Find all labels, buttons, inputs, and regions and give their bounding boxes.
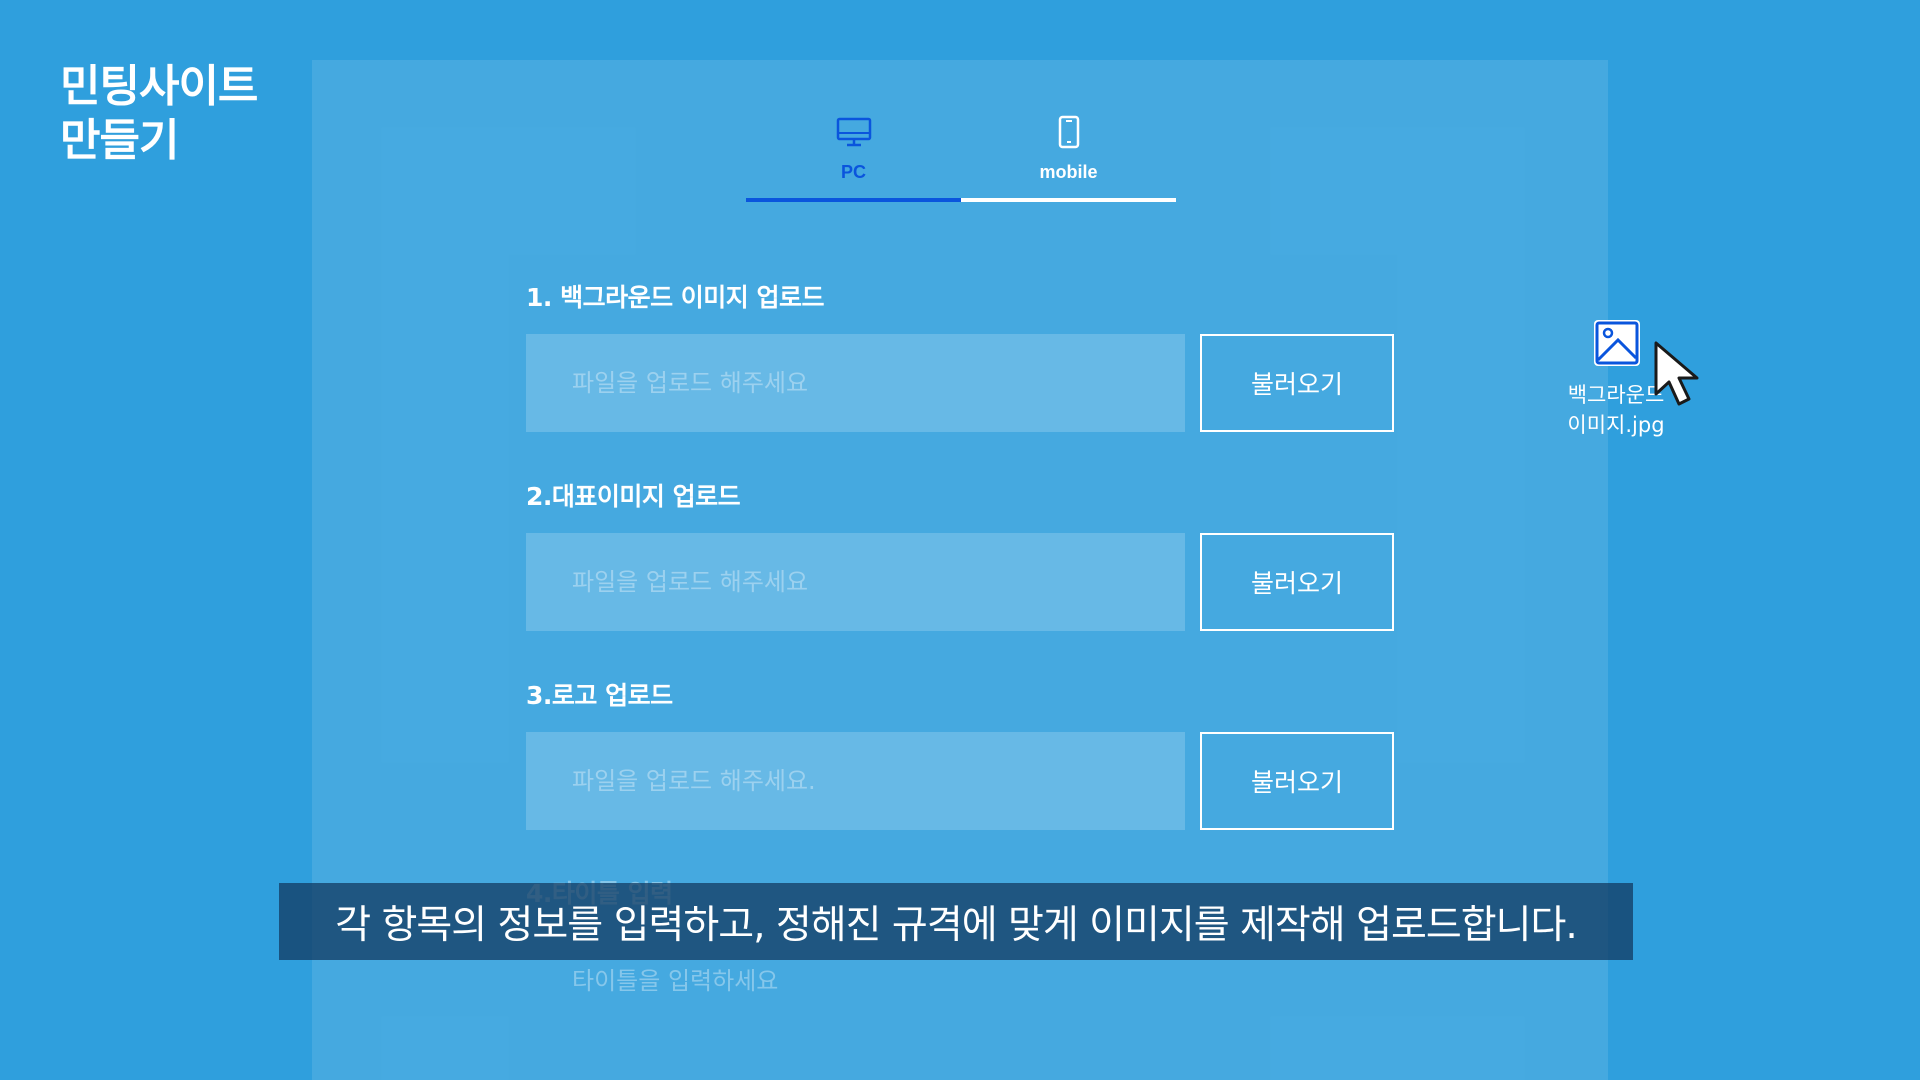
logo-load-button[interactable]: 불러오기: [1200, 732, 1394, 830]
tab-mobile[interactable]: mobile: [961, 106, 1176, 202]
tab-pc-underline: [746, 198, 961, 202]
logo-file-input[interactable]: [526, 732, 1185, 830]
device-tabs: PC mobile: [746, 106, 1176, 202]
smartphone-icon: [1058, 112, 1080, 152]
background-image-file-input[interactable]: [526, 334, 1185, 432]
image-file-icon: [1592, 318, 1642, 372]
brand-title: 민팅사이트 만들기: [60, 60, 258, 168]
main-image-file-input[interactable]: [526, 533, 1185, 631]
brand-title-line1: 민팅사이트: [60, 61, 258, 112]
main-image-load-button[interactable]: 불러오기: [1200, 533, 1394, 631]
mouse-pointer-icon: [1652, 340, 1710, 414]
tab-pc-label: PC: [840, 162, 866, 182]
subtitle-bar: 각 항목의 정보를 입력하고, 정해진 규격에 맞게 이미지를 제작해 업로드합…: [279, 883, 1633, 960]
background-image-label: 1. 백그라운드 이미지 업로드: [526, 283, 825, 312]
dragged-file-name-line2: 이미지.jpg: [1567, 413, 1665, 437]
subtitle-text: 각 항목의 정보를 입력하고, 정해진 규격에 맞게 이미지를 제작해 업로드합…: [335, 902, 1578, 948]
tab-mobile-label: mobile: [1039, 162, 1098, 182]
main-image-label: 2.대표이미지 업로드: [526, 482, 741, 511]
screen: 민팅사이트 만들기 PC mobile 1. 백그라운드 이미지 업로드 파일을…: [0, 0, 1920, 1080]
monitor-icon: [836, 112, 872, 152]
tab-mobile-underline: [961, 198, 1176, 202]
brand-title-line2: 만들기: [60, 115, 179, 166]
background-image-load-button[interactable]: 불러오기: [1200, 334, 1394, 432]
tab-pc[interactable]: PC: [746, 106, 961, 202]
logo-label: 3.로고 업로드: [526, 681, 673, 710]
